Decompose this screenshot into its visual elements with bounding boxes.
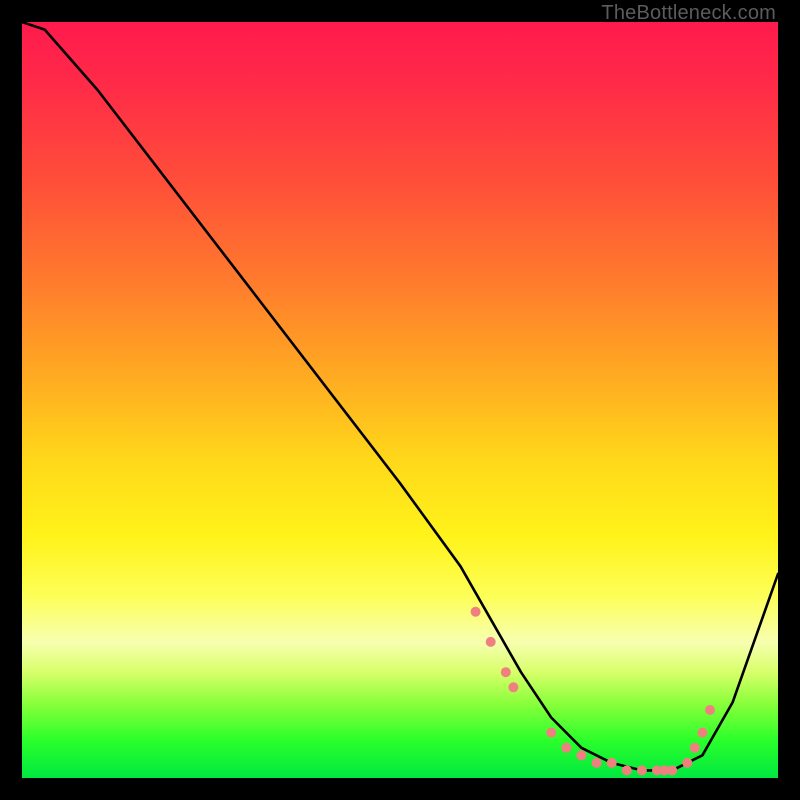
marker-dot xyxy=(682,758,692,768)
marker-dot xyxy=(486,637,496,647)
plot-area xyxy=(22,22,778,778)
marker-dot xyxy=(576,750,586,760)
marker-dot xyxy=(546,728,556,738)
marker-dot xyxy=(508,682,518,692)
marker-dot xyxy=(561,743,571,753)
marker-dot xyxy=(667,765,677,775)
marker-dot xyxy=(690,743,700,753)
marker-dot xyxy=(607,758,617,768)
marker-dot xyxy=(705,705,715,715)
marker-dot xyxy=(697,728,707,738)
marker-dot xyxy=(637,765,647,775)
chart-frame: TheBottleneck.com xyxy=(0,0,800,800)
marker-dot xyxy=(501,667,511,677)
chart-svg xyxy=(22,22,778,778)
marker-dot xyxy=(471,607,481,617)
marker-dot xyxy=(592,758,602,768)
marker-dot xyxy=(660,765,670,775)
marker-group xyxy=(471,607,715,776)
curve-line xyxy=(22,22,778,770)
marker-dot xyxy=(622,765,632,775)
marker-dot xyxy=(652,765,662,775)
